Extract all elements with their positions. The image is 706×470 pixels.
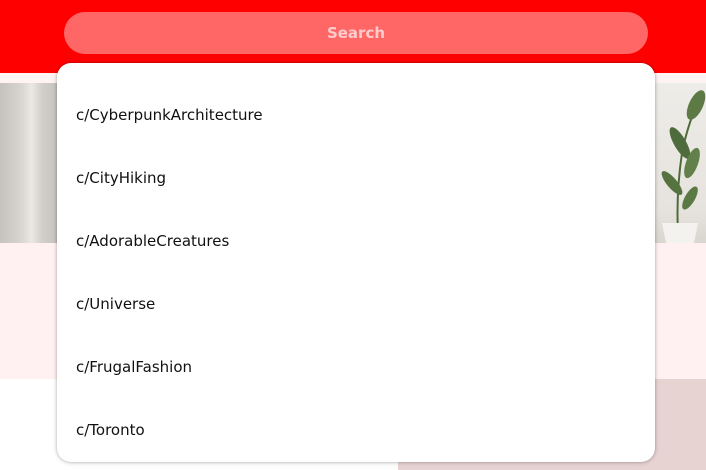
suggestion-item[interactable]: c/FrugalFashion: [57, 336, 655, 399]
plant-image: [661, 90, 706, 243]
suggestion-list: c/CyberpunkArchitecture c/CityHiking c/A…: [57, 63, 655, 462]
suggestion-item[interactable]: c/Universe: [57, 273, 655, 336]
suggestion-item[interactable]: c/CityHiking: [57, 147, 655, 210]
search-input[interactable]: [64, 12, 648, 54]
suggestion-item[interactable]: c/CyberpunkArchitecture: [57, 84, 655, 147]
suggestion-item[interactable]: c/AdorableCreatures: [57, 210, 655, 273]
search-suggestions-dropdown: c/CyberpunkArchitecture c/CityHiking c/A…: [57, 63, 655, 462]
suggestion-item[interactable]: c/Toronto: [57, 399, 655, 462]
